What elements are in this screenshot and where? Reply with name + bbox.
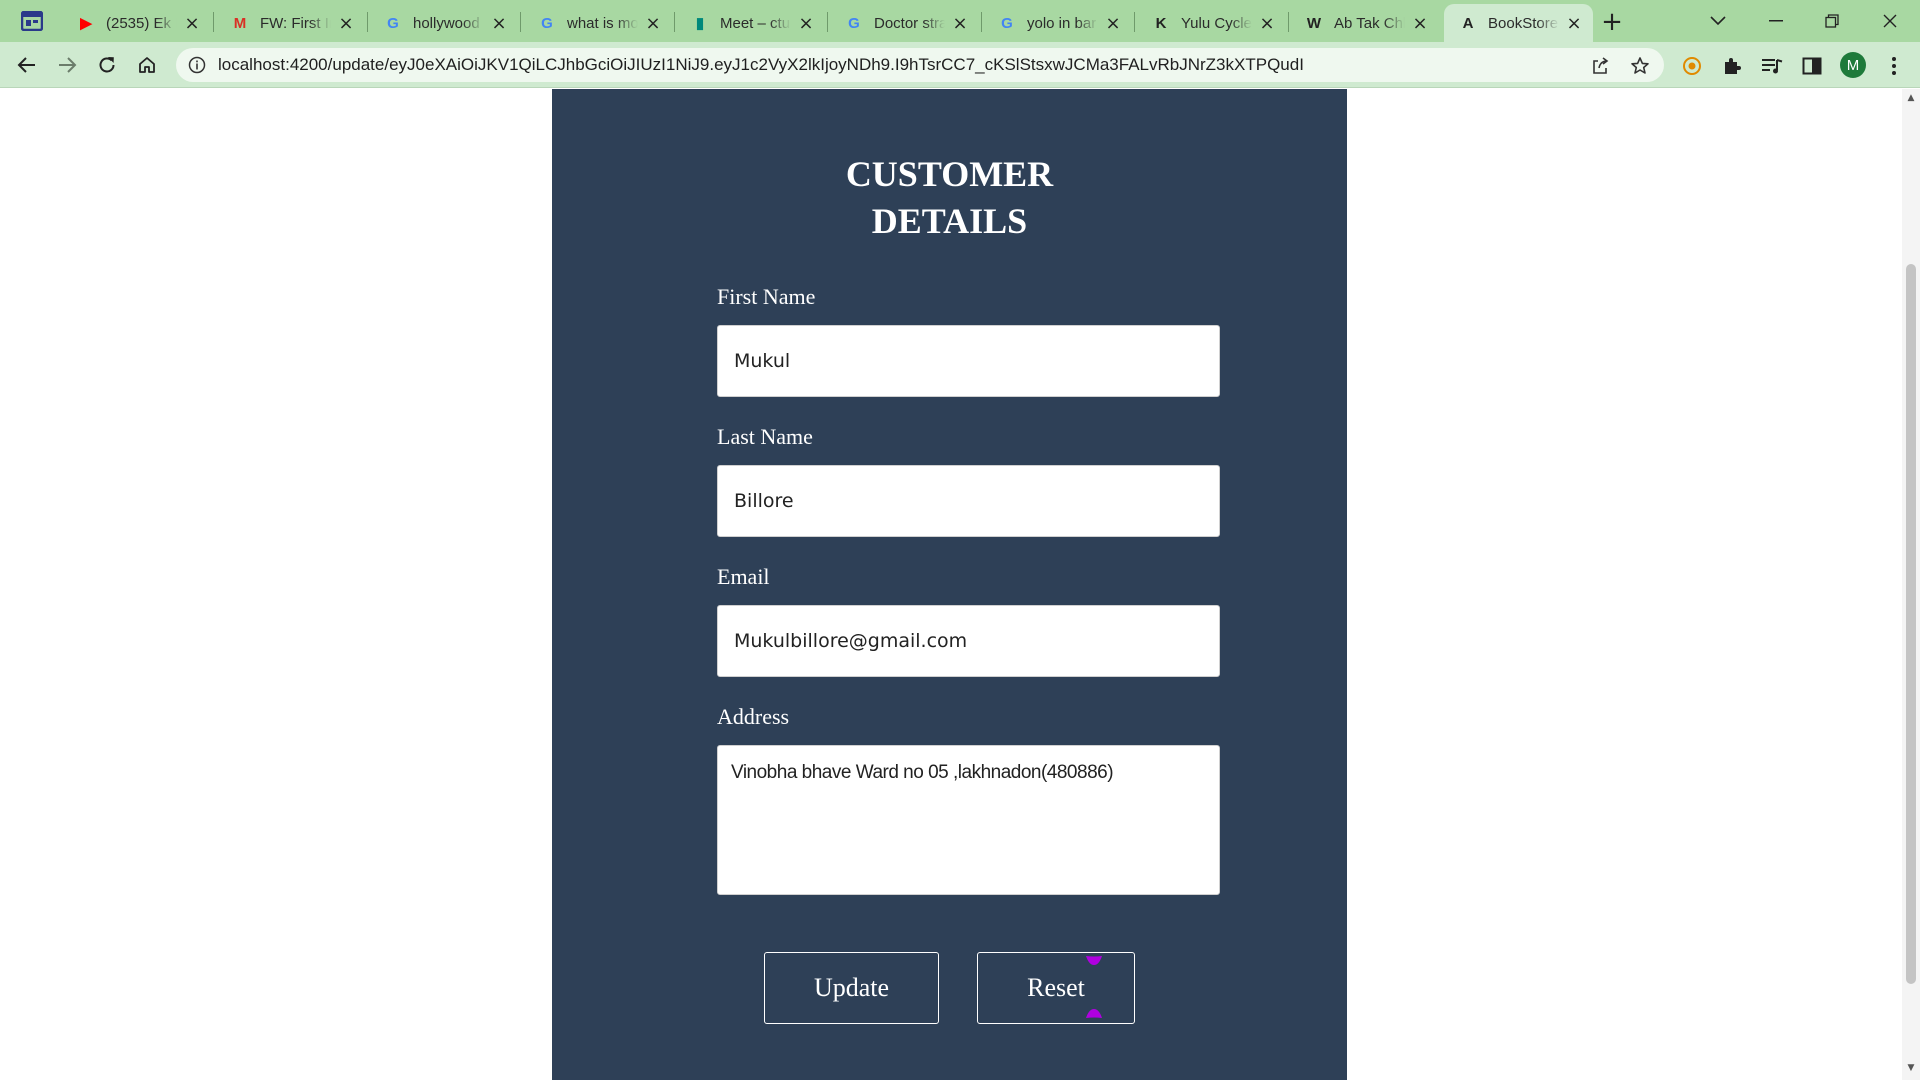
extensions-puzzle-icon[interactable] bbox=[1720, 54, 1744, 78]
reload-icon[interactable] bbox=[92, 51, 122, 79]
extension-orange-icon[interactable] bbox=[1680, 54, 1704, 78]
form-title-line2: DETAILS bbox=[871, 201, 1028, 241]
gmail-icon: M bbox=[233, 14, 247, 32]
update-button[interactable]: Update bbox=[764, 952, 939, 1024]
browser-tab[interactable]: ▮ Meet – ctu × bbox=[676, 4, 825, 42]
browser-tab[interactable]: Gyolo in bar × bbox=[983, 4, 1132, 42]
scroll-up-arrow-icon[interactable]: ▲ bbox=[1906, 93, 1916, 103]
browser-tab[interactable]: Ghollywood × bbox=[369, 4, 518, 42]
tab-close-icon[interactable]: × bbox=[1258, 13, 1276, 34]
tab-list-chevron-down-icon[interactable] bbox=[1690, 0, 1746, 42]
media-control-icon[interactable] bbox=[1760, 54, 1784, 78]
email-label: Email bbox=[717, 564, 770, 589]
tab-title: (2535) Ek P bbox=[106, 14, 177, 32]
address-bar[interactable]: localhost:4200/update/eyJ0eXAiOiJKV1QiLC… bbox=[176, 48, 1664, 82]
tab-title: Meet – ctu bbox=[720, 14, 791, 32]
tab-title: BookStore bbox=[1488, 14, 1559, 32]
page-viewport: CUSTOMER DETAILS First Name Last Name Em… bbox=[0, 89, 1902, 1080]
tab-close-icon[interactable]: × bbox=[797, 13, 815, 34]
browser-tab[interactable]: Gwhat is mo × bbox=[523, 4, 672, 42]
google-icon: G bbox=[1001, 14, 1013, 32]
browser-toolbar: localhost:4200/update/eyJ0eXAiOiJKV1QiLC… bbox=[0, 42, 1920, 88]
page-scrollbar[interactable]: ▲ ▼ bbox=[1902, 89, 1920, 1080]
email-input[interactable] bbox=[717, 605, 1220, 677]
customer-details-card: CUSTOMER DETAILS First Name Last Name Em… bbox=[552, 89, 1347, 1080]
tab-close-icon[interactable]: × bbox=[337, 13, 355, 34]
url-text[interactable]: localhost:4200/update/eyJ0eXAiOiJKV1QiLC… bbox=[218, 55, 1304, 75]
back-arrow-icon[interactable] bbox=[12, 51, 42, 79]
address-label: Address bbox=[717, 704, 790, 729]
minimize-icon[interactable] bbox=[1748, 0, 1804, 42]
tab-close-icon[interactable]: × bbox=[951, 13, 969, 34]
profile-avatar[interactable]: M bbox=[1840, 52, 1866, 78]
side-panel-icon[interactable] bbox=[1800, 54, 1824, 78]
tab-title: Doctor stra bbox=[874, 14, 945, 32]
text-cursor-icon bbox=[1084, 955, 1104, 1019]
reset-button[interactable]: Reset bbox=[977, 952, 1135, 1024]
google-icon: G bbox=[848, 14, 860, 32]
form-title: CUSTOMER DETAILS bbox=[552, 151, 1347, 245]
tab-title: Ab Tak Chh bbox=[1334, 14, 1405, 32]
google-icon: G bbox=[541, 14, 553, 32]
k-icon: K bbox=[1155, 14, 1167, 32]
tab-close-icon[interactable]: × bbox=[1104, 13, 1122, 34]
tab-title: Yulu Cycle bbox=[1181, 14, 1252, 32]
tab-separator bbox=[520, 12, 521, 32]
tab-separator bbox=[1288, 12, 1289, 32]
google-icon: G bbox=[387, 14, 399, 32]
scrollbar-thumb[interactable] bbox=[1906, 264, 1916, 984]
wikipedia-icon: W bbox=[1306, 14, 1322, 32]
tab-title: yolo in bar bbox=[1027, 14, 1097, 32]
last-name-label: Last Name bbox=[717, 424, 813, 449]
first-name-label: First Name bbox=[717, 284, 816, 309]
tab-title: FW: First In bbox=[260, 14, 331, 32]
browser-tab[interactable]: ▶ (2535) Ek P × bbox=[62, 4, 211, 42]
tab-title: what is mo bbox=[567, 14, 638, 32]
first-name-input[interactable] bbox=[717, 325, 1220, 397]
tab-close-icon[interactable]: × bbox=[1565, 13, 1583, 34]
home-icon[interactable] bbox=[132, 51, 162, 79]
restore-icon[interactable] bbox=[1804, 0, 1860, 42]
address-textarea[interactable]: Vinobha bhave Ward no 05 ,lakhnadon(4808… bbox=[717, 745, 1220, 895]
kebab-menu-icon[interactable] bbox=[1882, 54, 1906, 78]
tab-separator bbox=[827, 12, 828, 32]
tab-separator bbox=[213, 12, 214, 32]
tab-separator bbox=[981, 12, 982, 32]
angular-icon: A bbox=[1462, 14, 1474, 32]
bookmark-star-icon[interactable] bbox=[1630, 56, 1650, 76]
browser-tab-strip: ▶(2535) Ek P×MFW: First In×Ghollywood×Gw… bbox=[0, 0, 1920, 42]
tab-separator bbox=[674, 12, 675, 32]
youtube-icon: ▶ bbox=[80, 15, 92, 32]
forward-arrow-icon[interactable] bbox=[52, 51, 82, 79]
tab-close-icon[interactable]: × bbox=[644, 13, 662, 34]
browser-tab[interactable]: W Ab Tak Chh × bbox=[1290, 4, 1439, 42]
tab-close-icon[interactable]: × bbox=[183, 13, 201, 34]
new-tab-plus-icon[interactable]: + bbox=[1598, 7, 1626, 37]
browser-tab[interactable]: G Doctor stra × bbox=[830, 4, 979, 42]
site-info-icon[interactable] bbox=[188, 56, 206, 74]
browser-tab[interactable]: A BookStore × bbox=[1444, 4, 1593, 42]
last-name-input[interactable] bbox=[717, 465, 1220, 537]
tab-title: hollywood bbox=[413, 14, 480, 32]
tab-separator bbox=[1134, 12, 1135, 32]
meet-icon: ▮ bbox=[695, 15, 705, 32]
scroll-down-arrow-icon[interactable]: ▼ bbox=[1906, 1063, 1916, 1073]
browser-tab[interactable]: M FW: First In × bbox=[216, 4, 365, 42]
close-window-icon[interactable] bbox=[1862, 0, 1918, 42]
tab-search-icon[interactable] bbox=[20, 10, 44, 32]
browser-tab[interactable]: K Yulu Cycle × bbox=[1137, 4, 1286, 42]
tab-close-icon[interactable]: × bbox=[490, 13, 508, 34]
tab-close-icon[interactable]: × bbox=[1411, 13, 1429, 34]
tab-separator bbox=[367, 12, 368, 32]
form-title-line1: CUSTOMER bbox=[845, 154, 1054, 194]
share-icon[interactable] bbox=[1590, 56, 1610, 76]
